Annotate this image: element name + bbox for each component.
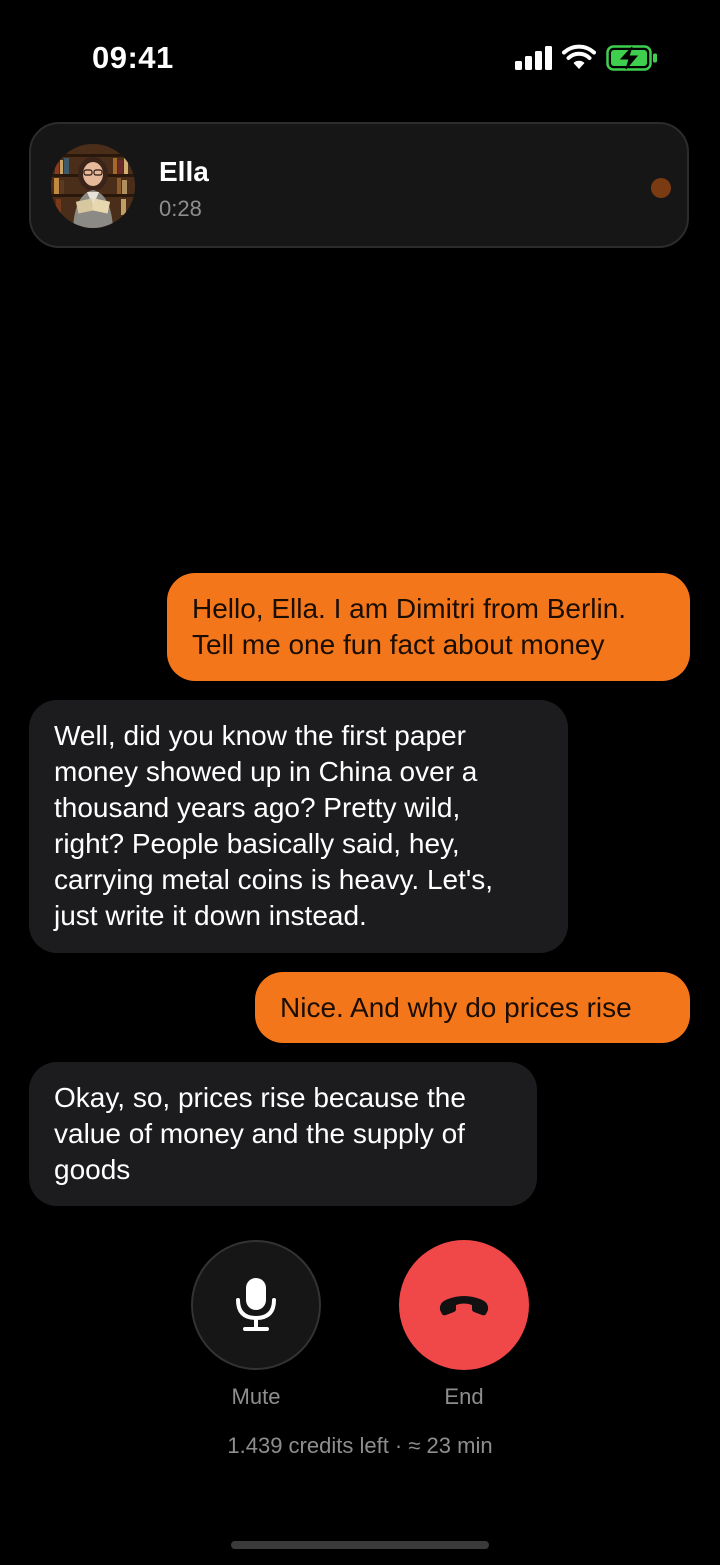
assistant-message: Well, did you know the first paper money… xyxy=(29,700,568,953)
end-call-button[interactable] xyxy=(399,1240,529,1370)
mute-button[interactable] xyxy=(191,1240,321,1370)
user-message: Hello, Ella. I am Dimitri from Berlin. T… xyxy=(167,573,690,681)
call-duration: 0:28 xyxy=(159,196,202,221)
avatar-photo xyxy=(51,144,135,228)
home-indicator[interactable] xyxy=(231,1541,489,1549)
hang-up-phone-icon xyxy=(439,1296,489,1316)
contact-name: Ella xyxy=(159,156,209,187)
battery-charging-icon xyxy=(606,45,657,71)
recording-dot xyxy=(651,178,671,198)
wifi-icon xyxy=(562,44,596,69)
signal-icon xyxy=(515,46,552,70)
user-message: Nice. And why do prices rise xyxy=(255,972,690,1043)
avatar[interactable] xyxy=(51,144,135,228)
end-label: End xyxy=(444,1384,484,1409)
status-time: 09:41 xyxy=(92,40,174,75)
microphone-icon xyxy=(236,1278,276,1331)
status-bar: 09:41 xyxy=(0,0,720,118)
credits-remaining: 1.439 credits left · ≈ 23 min xyxy=(227,1433,493,1458)
call-header[interactable]: Ella 0:28 xyxy=(29,122,689,248)
assistant-message: Okay, so, prices rise because the value … xyxy=(29,1062,537,1206)
mute-label: Mute xyxy=(231,1384,281,1409)
